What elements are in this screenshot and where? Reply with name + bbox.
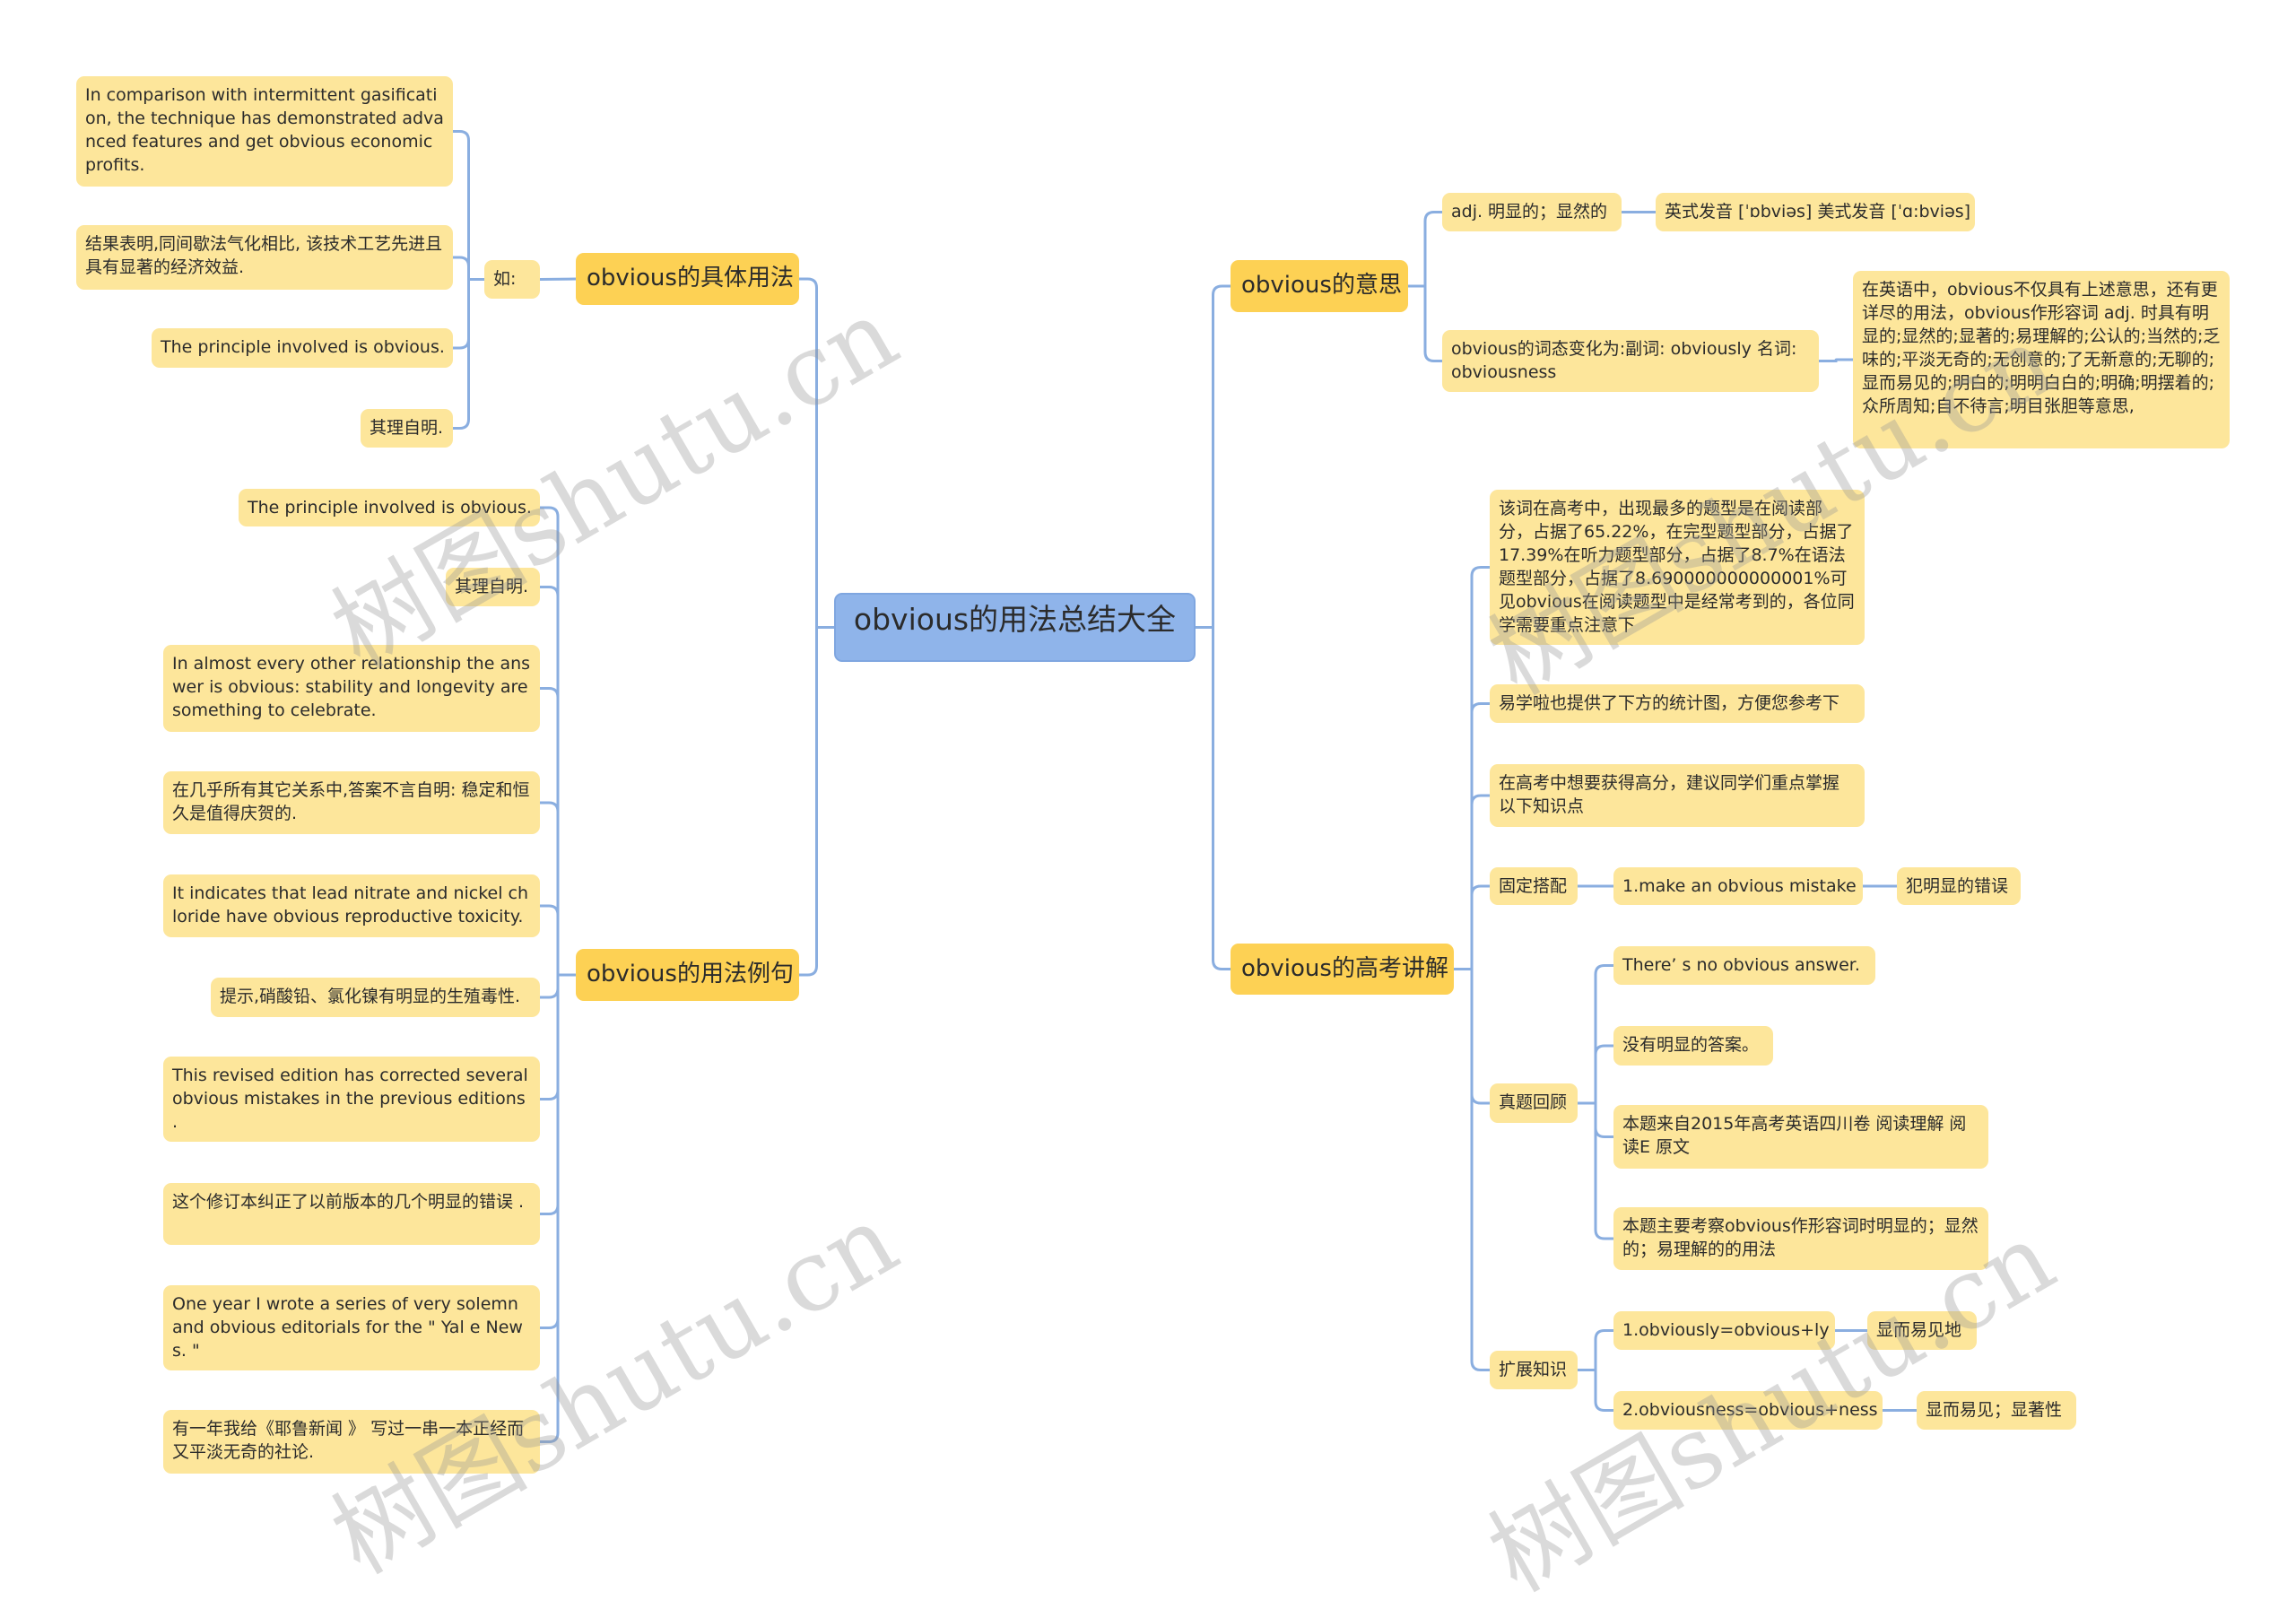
gaokao-chart-note[interactable]: 易学啦也提供了下方的统计图，方便您参考下	[1490, 684, 1865, 723]
collocation-phrase[interactable]: 1.make an obvious mistake	[1613, 867, 1863, 905]
branch-examples[interactable]: obvious的用法例句	[576, 949, 799, 1001]
example-sentence[interactable]: 在几乎所有其它关系中,答案不言自明: 稳定和恒久是值得庆贺的.	[163, 771, 540, 834]
extension-meaning[interactable]: 显而易见地	[1867, 1311, 1977, 1350]
extension-formula[interactable]: 1.obviously=obvious+ly	[1613, 1311, 1835, 1350]
root-topic[interactable]: obvious的用法总结大全	[834, 593, 1196, 662]
extension-formula[interactable]: 2.obviousness=obvious+ness	[1613, 1391, 1883, 1430]
connector	[1578, 1329, 1613, 1371]
usage-item[interactable]: In comparison with intermittent gasifica…	[76, 76, 453, 187]
connector	[453, 256, 484, 281]
connector	[540, 904, 576, 977]
branch-usage[interactable]: obvious的具体用法	[576, 253, 799, 305]
review-item[interactable]: 没有明显的答案。	[1613, 1026, 1773, 1066]
collocation-meaning[interactable]: 犯明显的错误	[1897, 867, 2021, 905]
review-item[interactable]: 本题主要考察obvious作形容词时明显的；显然的；易理解的的用法	[1613, 1207, 1988, 1270]
review-item[interactable]: 本题来自2015年高考英语四川卷 阅读理解 阅读E 原文	[1613, 1105, 1988, 1169]
branch-gaokao[interactable]: obvious的高考讲解	[1231, 944, 1454, 995]
connector	[1408, 211, 1442, 288]
connector	[799, 626, 834, 977]
connector	[1819, 358, 1853, 362]
connector	[799, 277, 834, 629]
example-sentence[interactable]: This revised edition has corrected sever…	[163, 1057, 540, 1142]
connector	[1454, 968, 1490, 1371]
collocation-label[interactable]: 固定搭配	[1490, 867, 1578, 905]
usage-item[interactable]: 结果表明,同间歇法气化相比, 该技术工艺先进且具有显著的经济效益.	[76, 225, 453, 290]
connector	[1578, 1369, 1613, 1412]
review-label[interactable]: 真题回顾	[1490, 1083, 1578, 1123]
example-sentence[interactable]: 这个修订本纠正了以前版本的几个明显的错误 .	[163, 1183, 540, 1245]
example-sentence[interactable]: 有一年我给《耶鲁新闻 》 写过一串一本正经而又平淡无奇的社论.	[163, 1410, 540, 1474]
connector	[1196, 284, 1231, 629]
meaning-detail[interactable]: 在英语中，obvious不仅具有上述意思，还有更详尽的用法，obvious作形容…	[1853, 271, 2230, 448]
review-item[interactable]: There’ s no obvious answer.	[1613, 946, 1875, 985]
example-sentence[interactable]: In almost every other relationship the a…	[163, 645, 540, 732]
example-sentence[interactable]: One year I wrote a series of very solemn…	[163, 1285, 540, 1370]
gaokao-stats[interactable]: 该词在高考中，出现最多的题型是在阅读部分，占据了65.22%，在完型题型部分，占…	[1490, 490, 1865, 645]
connector	[539, 277, 577, 281]
meaning-adj[interactable]: adj. 明显的；显然的	[1442, 193, 1622, 231]
branch-meaning[interactable]: obvious的意思	[1231, 260, 1408, 312]
connector	[453, 278, 484, 430]
extension-meaning[interactable]: 显而易见；显著性	[1917, 1391, 2076, 1430]
connector	[540, 973, 576, 1443]
connector	[1454, 884, 1490, 970]
usage-item[interactable]: 其理自明.	[361, 409, 453, 448]
extension-label[interactable]: 扩展知识	[1490, 1351, 1578, 1389]
usage-item[interactable]: The principle involved is obvious.	[152, 328, 453, 368]
meaning-forms[interactable]: obvious的词态变化为:副词: obviously 名词: obviousn…	[1442, 330, 1819, 392]
connector	[1578, 1044, 1613, 1105]
gaokao-advice[interactable]: 在高考中想要获得高分，建议同学们重点掌握以下知识点	[1490, 764, 1865, 827]
example-sentence[interactable]: The principle involved is obvious.	[239, 489, 540, 526]
connector	[1578, 1101, 1613, 1240]
meaning-pronunciation[interactable]: 英式发音 [ˈɒbviəs] 美式发音 [ˈɑ:bviəs]	[1656, 193, 1975, 231]
example-sentence[interactable]: It indicates that lead nitrate and nicke…	[163, 874, 540, 937]
example-sentence[interactable]: 其理自明.	[446, 568, 540, 606]
example-sentence[interactable]: 提示,硝酸铅、氯化镍有明显的生殖毒性.	[211, 978, 540, 1017]
connector	[1408, 284, 1442, 362]
connector	[1196, 626, 1231, 970]
example-label[interactable]: 如:	[484, 260, 540, 299]
